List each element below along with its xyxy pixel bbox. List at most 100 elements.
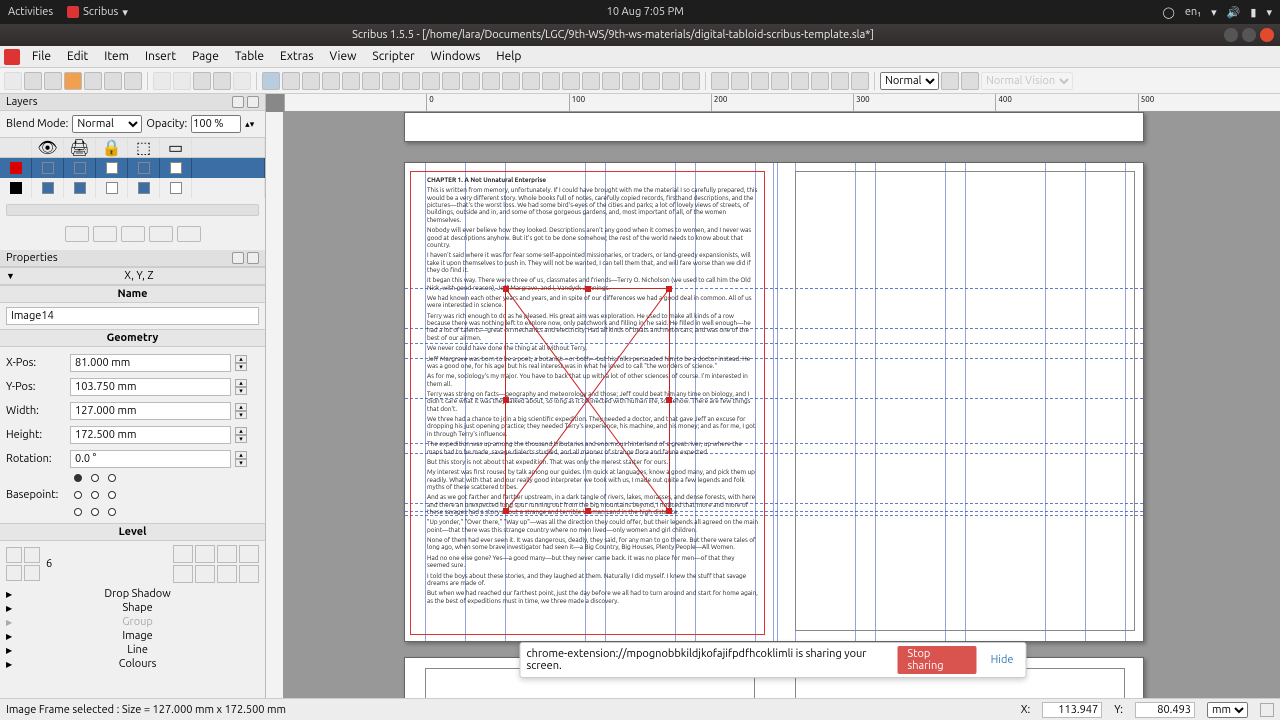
ypos-down[interactable]: ▾ <box>235 387 247 395</box>
layers-scrollbar[interactable] <box>6 204 259 216</box>
basepoint-widget[interactable] <box>74 474 116 516</box>
window-minimize-button[interactable] <box>1224 28 1238 42</box>
tool-pdf-btn4[interactable] <box>771 72 789 90</box>
height-down[interactable]: ▾ <box>235 435 247 443</box>
xpos-down[interactable]: ▾ <box>235 363 247 371</box>
tool-copy[interactable] <box>213 72 231 90</box>
toggle-cms[interactable] <box>941 72 959 90</box>
tool-copy-props[interactable] <box>662 72 680 90</box>
level-bottom[interactable] <box>24 565 40 581</box>
tool-link-frames[interactable] <box>602 72 620 90</box>
lock-size-btn[interactable] <box>239 545 259 563</box>
vision-select[interactable]: Normal Vision <box>981 72 1073 90</box>
tool-pdf-btn5[interactable] <box>791 72 809 90</box>
level-down[interactable] <box>6 565 22 581</box>
tool-polygon[interactable] <box>402 72 420 90</box>
tool-zoom[interactable] <box>542 72 560 90</box>
tool-line[interactable] <box>442 72 460 90</box>
tool-pdf-btn3[interactable] <box>751 72 769 90</box>
tool-story-editor[interactable] <box>582 72 600 90</box>
canvas-area[interactable]: 0100200300400500 <box>266 94 1280 698</box>
tool-freehand[interactable] <box>482 72 500 90</box>
battery-icon[interactable]: ▮ <box>1250 6 1256 19</box>
group-btn[interactable] <box>173 565 193 583</box>
tool-render-frame[interactable] <box>322 72 340 90</box>
system-menu-icon[interactable]: ▾ <box>1266 6 1272 19</box>
props-shade-button[interactable] <box>232 252 244 264</box>
layers-shade-button[interactable] <box>232 96 244 108</box>
menu-view[interactable]: View <box>322 50 365 63</box>
height-input[interactable] <box>70 426 231 444</box>
tool-pdf-btn1[interactable] <box>711 72 729 90</box>
rot-up[interactable]: ▴ <box>235 451 247 459</box>
ypos-input[interactable] <box>70 378 231 396</box>
tool-preflight[interactable] <box>104 72 122 90</box>
section-line[interactable]: ▶Line <box>0 643 265 657</box>
status-extra-icon[interactable] <box>1260 703 1274 717</box>
tool-pdf[interactable] <box>124 72 142 90</box>
props-close-button[interactable] <box>247 252 259 264</box>
hide-sharing-button[interactable]: Hide <box>985 652 1020 668</box>
menu-scripter[interactable]: Scripter <box>364 50 422 63</box>
tool-spiral[interactable] <box>422 72 440 90</box>
tool-bezier[interactable] <box>462 72 480 90</box>
layer-remove-button[interactable] <box>93 226 117 242</box>
ungroup-btn[interactable] <box>195 565 215 583</box>
blendmode-select[interactable]: Normal <box>72 115 142 133</box>
a11y-icon[interactable]: ◯ <box>1163 6 1175 19</box>
tool-pdf-btn7[interactable] <box>831 72 849 90</box>
lock-btn[interactable] <box>217 545 237 563</box>
width-down[interactable]: ▾ <box>235 411 247 419</box>
flip-h[interactable] <box>173 545 193 563</box>
tool-table[interactable] <box>342 72 360 90</box>
tool-new[interactable] <box>4 72 22 90</box>
lang-indicator[interactable]: en₁ <box>1185 6 1201 18</box>
app-menu[interactable]: Scribus ▾ <box>67 6 128 19</box>
section-colours[interactable]: ▶Colours <box>0 657 265 671</box>
tool-undo[interactable] <box>153 72 171 90</box>
width-up[interactable]: ▴ <box>235 403 247 411</box>
clock[interactable]: 10 Aug 7:05 PM <box>128 6 1163 18</box>
tool-shape[interactable] <box>362 72 380 90</box>
network-icon[interactable]: ▾ <box>1211 6 1217 19</box>
height-up[interactable]: ▴ <box>235 427 247 435</box>
section-image[interactable]: ▶Image <box>0 629 265 643</box>
vertical-ruler[interactable] <box>266 112 284 698</box>
menu-table[interactable]: Table <box>227 50 272 63</box>
activities-button[interactable]: Activities <box>8 6 53 18</box>
layer-row-1[interactable] <box>0 178 265 198</box>
rotation-input[interactable] <box>70 450 231 468</box>
tool-pdf-btn8[interactable] <box>851 72 869 90</box>
menu-insert[interactable]: Insert <box>137 50 184 63</box>
menu-page[interactable]: Page <box>184 50 227 63</box>
tool-image-frame[interactable] <box>302 72 320 90</box>
flip-v[interactable] <box>195 545 215 563</box>
selected-image-frame[interactable] <box>505 288 670 512</box>
tool-calligraphy[interactable] <box>502 72 520 90</box>
toggle-preview[interactable] <box>961 72 979 90</box>
preview-mode-select[interactable]: Normal <box>880 72 939 90</box>
layer-dup-button[interactable] <box>121 226 145 242</box>
xpos-up[interactable]: ▴ <box>235 355 247 363</box>
width-input[interactable] <box>70 402 231 420</box>
menu-extras[interactable]: Extras <box>272 50 322 63</box>
stop-sharing-button[interactable]: Stop sharing <box>897 646 976 674</box>
tool-measure[interactable] <box>642 72 660 90</box>
unit-select[interactable]: mm <box>1207 702 1248 718</box>
tool-rotate[interactable] <box>522 72 540 90</box>
tool-pdf-btn6[interactable] <box>811 72 829 90</box>
tool-text-frame[interactable] <box>282 72 300 90</box>
ypos-up[interactable]: ▴ <box>235 379 247 387</box>
tool-select[interactable] <box>262 72 280 90</box>
noprint-btn[interactable] <box>217 565 237 583</box>
menu-edit[interactable]: Edit <box>59 50 96 63</box>
tool-unlink-frames[interactable] <box>622 72 640 90</box>
layer-row-0[interactable] <box>0 158 265 178</box>
tool-paste[interactable] <box>233 72 251 90</box>
tool-edit-contents[interactable] <box>562 72 580 90</box>
rot-down[interactable]: ▾ <box>235 459 247 467</box>
horizontal-ruler[interactable]: 0100200300400500 <box>284 94 1280 112</box>
tool-save[interactable] <box>44 72 62 90</box>
menu-item[interactable]: Item <box>96 50 137 63</box>
tool-close[interactable] <box>64 72 82 90</box>
